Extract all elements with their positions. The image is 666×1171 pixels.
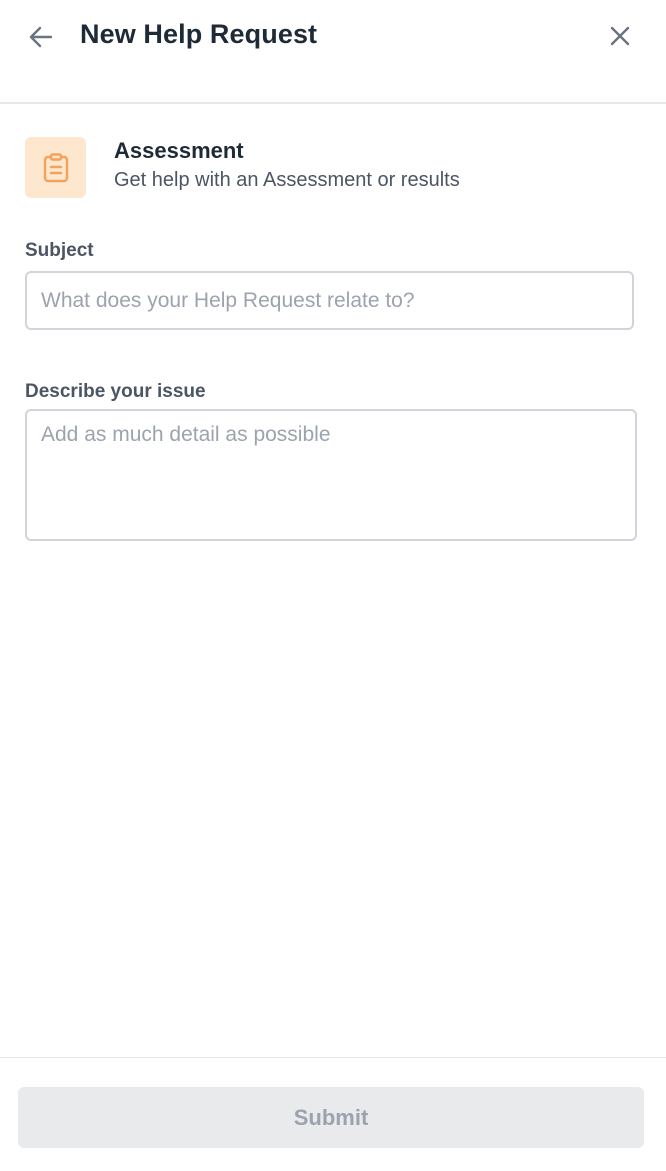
issue-textarea[interactable]: [25, 409, 637, 541]
category-title: Assessment: [114, 138, 244, 163]
header: New Help Request: [0, 0, 666, 104]
arrow-left-icon: [29, 26, 53, 48]
close-button[interactable]: [604, 20, 636, 52]
close-icon: [610, 26, 630, 46]
page-title: New Help Request: [80, 19, 318, 49]
category-icon-tile: [25, 137, 86, 198]
subject-input[interactable]: [25, 271, 634, 330]
submit-button[interactable]: Submit: [18, 1087, 644, 1148]
back-button[interactable]: [26, 22, 56, 52]
subject-label: Subject: [25, 240, 94, 261]
issue-label: Describe your issue: [25, 381, 206, 402]
category-description: Get help with an Assessment or results: [114, 169, 460, 191]
footer: Submit: [0, 1057, 666, 1171]
selected-category: Assessment Get help with an Assessment o…: [25, 137, 635, 199]
clipboard-icon: [43, 152, 68, 182]
